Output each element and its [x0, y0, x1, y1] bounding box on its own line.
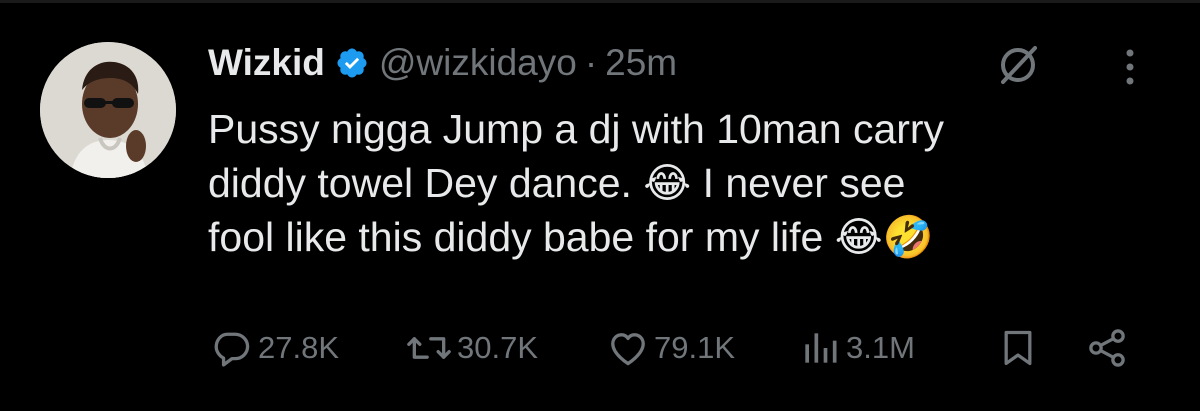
views-button[interactable]: 3.1M: [798, 325, 915, 371]
action-bar: 27.8K 30.7K 79.1K 3.1M: [210, 325, 1150, 371]
timestamp[interactable]: 25m: [605, 42, 677, 84]
share-button[interactable]: [1085, 325, 1133, 371]
grok-icon[interactable]: [995, 42, 1041, 88]
tweet-text-line: diddy towel Dey dance. 😂 I never see: [208, 160, 906, 206]
share-icon: [1085, 326, 1133, 370]
like-count: 79.1K: [654, 330, 736, 365]
repost-button[interactable]: 30.7K: [405, 325, 538, 371]
tweet-text: Pussy nigga Jump a dj with 10man carry d…: [208, 102, 1168, 264]
tweet-text-line: Pussy nigga Jump a dj with 10man carry: [208, 106, 945, 152]
heart-icon: [606, 326, 654, 370]
reply-count: 27.8K: [258, 330, 340, 365]
reply-icon: [210, 326, 258, 370]
bookmark-button[interactable]: [998, 325, 1042, 371]
views-count: 3.1M: [846, 330, 915, 365]
top-divider: [0, 0, 1200, 3]
tweet-text-line: fool like this diddy babe for my life 😂🤣: [208, 214, 934, 260]
like-button[interactable]: 79.1K: [606, 325, 735, 371]
header-separator: ·: [584, 42, 598, 83]
author-display-name[interactable]: Wizkid: [208, 42, 325, 84]
repost-count: 30.7K: [457, 330, 539, 365]
repost-icon: [405, 326, 457, 370]
views-icon: [798, 326, 846, 370]
reply-button[interactable]: 27.8K: [210, 325, 339, 371]
verified-badge-icon[interactable]: [335, 46, 369, 80]
bookmark-icon: [998, 326, 1042, 370]
more-vertical-icon[interactable]: [1120, 44, 1140, 90]
author-handle[interactable]: @wizkidayo: [379, 42, 577, 84]
avatar[interactable]: [40, 42, 176, 178]
